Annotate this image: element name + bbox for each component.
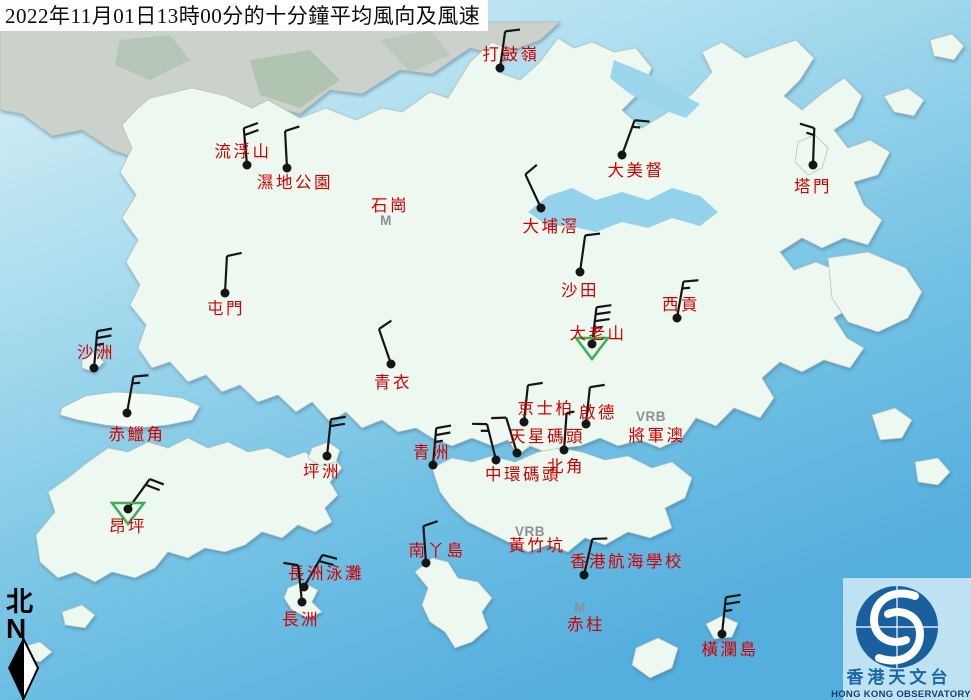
hong-kong-map: 打鼓嶺流浮山濕地公園石崗M大美督塔門大埔滘沙田西貢大老山屯門沙洲赤鱲角青衣京士柏… [0,0,971,700]
station-label: 赤柱 [567,615,605,634]
station-dot [492,456,501,465]
station-dot [243,161,252,170]
station-dot [387,360,396,369]
station-dot [618,151,627,160]
station-label: 啟德 [579,403,617,422]
status-tag: M [574,600,586,615]
station-label: 將軍澳 [629,426,686,445]
station-dot [283,164,292,173]
logo-chinese-name: 香港天文台 [847,667,952,688]
wind-barb-feather [592,538,607,539]
station-label: 西貢 [662,295,700,314]
logo-english-name: HONG KONG OBSERVATORY [831,689,971,700]
wind-barb-feather [132,383,140,384]
station-dot [513,449,522,458]
station-dot [496,64,505,73]
station-dot [809,161,818,170]
station-label: 屯門 [207,299,245,318]
station-label: 大埔滘 [523,217,580,236]
station-label: 赤鱲角 [109,425,166,444]
station-label: 青衣 [374,373,412,392]
station-dot [673,314,682,323]
station-label: 橫瀾島 [702,640,759,659]
station-dot [537,204,546,213]
station-label: 香港航海學校 [570,552,684,571]
wind-barb-feather [435,441,443,442]
wind-barb-staff [813,128,814,165]
station-label: 大老山 [570,324,627,343]
hko-logo: 香港天文台 HONG KONG OBSERVATORY [831,578,971,700]
wind-barb-feather [683,280,698,281]
status-tag: M [380,213,392,228]
station-label: 塔門 [794,177,832,196]
wind-barb-feather [724,610,732,611]
station-dot [298,598,307,607]
station-label: 坪洲 [303,462,341,481]
station-dot [124,505,133,514]
wind-barb-feather [682,288,690,289]
station-dot [90,364,99,373]
station-label: 濕地公園 [257,173,333,192]
station-dot [576,268,585,277]
wind-barb-feather [632,127,640,128]
station-label: 大美督 [608,161,665,180]
wind-map-page: 打鼓嶺流浮山濕地公園石崗M大美督塔門大埔滘沙田西貢大老山屯門沙洲赤鱲角青衣京士柏… [0,0,971,700]
station-label: 流浮山 [215,142,272,161]
station-dot [520,418,529,427]
station-label: 打鼓嶺 [483,45,540,64]
station-dot [323,452,332,461]
wind-barb-feather [635,120,650,121]
station-label: 昂坪 [109,517,147,536]
map-title: 2022年11月01日13時00分的十分鐘平均風向及風速 [0,0,488,31]
station-label: 北角 [547,457,585,476]
station-dot [718,630,727,639]
station-dot [221,289,230,298]
station-label: 南丫島 [409,541,466,560]
status-tag: VRB [636,409,666,424]
station-dot [580,571,589,580]
station-dot [560,446,569,455]
station-label: 沙洲 [77,343,115,362]
station-label: 天星碼頭 [509,427,585,446]
station-label: 長洲 [282,610,320,629]
status-tag: VRB [515,524,545,539]
station-dot [123,409,132,418]
wind-barb-feather [567,412,575,414]
station-label: 青洲 [413,443,451,462]
wind-barb-feather [491,418,506,419]
wind-barb-feather [133,375,148,376]
station-label: 沙田 [561,281,599,300]
